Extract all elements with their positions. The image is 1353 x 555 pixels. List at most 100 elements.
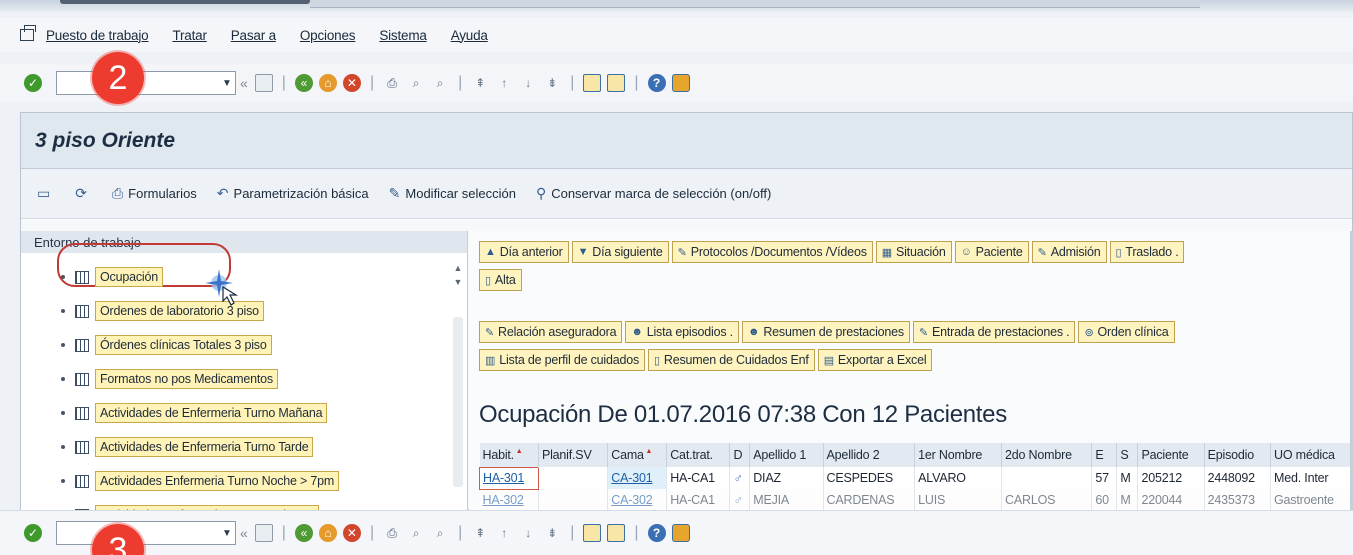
formularios-button[interactable]: ⎙ Formularios xyxy=(112,185,197,202)
previous-page-icon[interactable]: ↑ xyxy=(495,524,513,542)
last-page-icon[interactable]: ⇟ xyxy=(543,524,561,542)
col-2do-nombre[interactable]: 2do Nombre xyxy=(1001,443,1093,467)
enter-check-icon[interactable]: ✓ xyxy=(24,524,42,542)
tree-scrollbar[interactable]: ▲ ▼ xyxy=(451,261,465,511)
col-1er-nombre[interactable]: 1er Nombre xyxy=(914,443,1003,467)
parametrizacion-button[interactable]: ↶ Parametrización básica xyxy=(217,185,369,202)
new-session-icon[interactable] xyxy=(583,74,602,92)
col-uo-medica[interactable]: UO médica xyxy=(1270,443,1353,467)
dia-siguiente-button[interactable]: ▼ Día siguiente xyxy=(571,241,669,263)
scroll-up-icon[interactable]: ▲ xyxy=(451,261,465,275)
resumen-prestaciones-button[interactable]: ☻ Resumen de prestaciones xyxy=(741,321,910,343)
situacion-button[interactable]: ▦ Situación xyxy=(875,241,952,263)
col-habit[interactable]: Habit. xyxy=(479,443,539,467)
save-icon[interactable] xyxy=(254,74,273,92)
tree-item-ocupacion[interactable]: Ocupación xyxy=(61,267,163,287)
first-page-icon[interactable]: ⇞ xyxy=(471,74,489,92)
col-apellido1[interactable]: Apellido 1 xyxy=(749,443,824,467)
col-episodio[interactable]: Episodio xyxy=(1204,443,1272,467)
menu-opciones[interactable]: Opciones xyxy=(300,28,356,43)
chevron-down-icon[interactable]: ▼ xyxy=(219,78,235,89)
menu-puesto-de-trabajo[interactable]: Puesto de trabajo xyxy=(46,28,149,43)
resumen-cuidados-button[interactable]: ▯ Resumen de Cuidados Enf xyxy=(648,349,815,371)
exit-icon[interactable]: ⌂ xyxy=(318,524,337,542)
alta-button[interactable]: ▯ Alta xyxy=(479,269,522,291)
find-icon[interactable]: ⌕ xyxy=(407,524,425,542)
col-s[interactable]: S xyxy=(1116,443,1139,467)
scroll-down-icon[interactable]: ▼ xyxy=(451,275,465,289)
tree-item-ordenes-clinicas[interactable]: Órdenes clínicas Totales 3 piso xyxy=(61,335,272,355)
customize-layout-icon[interactable] xyxy=(671,524,690,542)
print-icon[interactable]: ⎙ xyxy=(383,74,401,92)
cancel-icon[interactable]: ✕ xyxy=(342,74,361,92)
col-e[interactable]: E xyxy=(1091,443,1118,467)
enter-check-icon[interactable]: ✓ xyxy=(24,74,42,92)
exit-icon[interactable]: ⌂ xyxy=(318,74,337,92)
shortcut-icon[interactable] xyxy=(607,74,626,92)
dia-anterior-button[interactable]: ▲ Día anterior xyxy=(479,241,569,263)
back-icon[interactable]: « xyxy=(294,74,313,92)
shortcut-icon[interactable] xyxy=(607,524,626,542)
tree-item-label[interactable]: Formatos no pos Medicamentos xyxy=(95,369,278,389)
double-chevron-icon[interactable]: « xyxy=(240,525,248,541)
toggle-tree-button[interactable]: ▭ xyxy=(37,185,55,202)
orden-clinica-button[interactable]: ⊚ Orden clínica xyxy=(1078,321,1175,343)
command-field[interactable]: ▼ xyxy=(56,521,236,545)
refresh-button[interactable]: ⟳ xyxy=(75,185,92,202)
exportar-excel-button[interactable]: ▤ Exportar a Excel xyxy=(817,349,933,371)
table-row[interactable]: HA-301 CA-301 HA-CA1 ♂ DIAZ CESPEDES ALV… xyxy=(479,466,1353,490)
traslado-button[interactable]: ▯ Traslado . xyxy=(1109,241,1185,263)
table-row[interactable]: HA-302 CA-302 HA-CA1 ♂ MEJIA CARDENAS LU… xyxy=(479,489,1353,511)
menu-ayuda[interactable]: Ayuda xyxy=(451,28,488,43)
tree-item-label[interactable]: Actividades de Enfermeria Turno Mañana xyxy=(95,403,328,423)
next-page-icon[interactable]: ↓ xyxy=(519,524,537,542)
cell-cama[interactable]: CA-301 xyxy=(607,467,668,489)
print-icon[interactable]: ⎙ xyxy=(383,524,401,542)
first-page-icon[interactable]: ⇞ xyxy=(471,524,489,542)
customize-layout-icon[interactable] xyxy=(671,74,690,92)
previous-page-icon[interactable]: ↑ xyxy=(495,74,513,92)
conservar-marca-button[interactable]: ⚲ Conservar marca de selección (on/off) xyxy=(536,185,771,202)
save-icon[interactable] xyxy=(254,524,273,542)
find-icon[interactable]: ⌕ xyxy=(407,74,425,92)
window-menu-icon[interactable] xyxy=(20,25,36,41)
new-session-icon[interactable] xyxy=(583,524,602,542)
paciente-button[interactable]: ☺ Paciente xyxy=(954,241,1029,263)
col-cama[interactable]: Cama xyxy=(607,443,668,467)
scroll-track[interactable] xyxy=(453,317,463,487)
relacion-aseguradora-button[interactable]: ✎ Relación aseguradora xyxy=(479,321,623,343)
col-planif[interactable]: Planif.SV xyxy=(538,443,609,467)
tree-item-label[interactable]: Actividades Enfermeria Turno Noche > 7pm xyxy=(95,471,340,491)
cell-habit[interactable]: HA-301 xyxy=(479,466,539,490)
tree-item-turno-tarde[interactable]: Actividades de Enfermeria Turno Tarde xyxy=(61,437,314,457)
modificar-seleccion-button[interactable]: ✎ Modificar selección xyxy=(389,185,516,202)
cancel-icon[interactable]: ✕ xyxy=(342,524,361,542)
command-field[interactable]: ▼ xyxy=(56,71,236,95)
tree-item-label[interactable]: Órdenes clínicas Totales 3 piso xyxy=(95,335,272,355)
tree-item-turno-manana[interactable]: Actividades de Enfermeria Turno Mañana xyxy=(61,403,328,423)
col-d[interactable]: D xyxy=(729,443,751,467)
find-next-icon[interactable]: ⌕ xyxy=(431,524,449,542)
tree-item-formatos-no-pos[interactable]: Formatos no pos Medicamentos xyxy=(61,369,278,389)
tree-item-label[interactable]: Actividades de Enfermeria Turno Tarde xyxy=(95,437,314,457)
col-paciente[interactable]: Paciente xyxy=(1137,443,1205,467)
col-cat-trat[interactable]: Cat.trat. xyxy=(666,443,731,467)
protocolos-button[interactable]: ✎ Protocolos /Documentos /Vídeos xyxy=(671,241,873,263)
help-icon[interactable]: ? xyxy=(647,74,666,92)
next-page-icon[interactable]: ↓ xyxy=(519,74,537,92)
col-apellido2[interactable]: Apellido 2 xyxy=(823,443,916,467)
find-next-icon[interactable]: ⌕ xyxy=(431,74,449,92)
back-icon[interactable]: « xyxy=(294,524,313,542)
admision-button[interactable]: ✎ Admisión xyxy=(1031,241,1107,263)
tree-item-label[interactable]: Ocupación xyxy=(95,267,163,287)
menu-pasar-a[interactable]: Pasar a xyxy=(231,28,276,43)
tree-item-turno-noche[interactable]: Actividades Enfermeria Turno Noche > 7pm xyxy=(61,471,340,491)
cell-habit[interactable]: HA-302 xyxy=(479,489,539,511)
help-icon[interactable]: ? xyxy=(647,524,666,542)
last-page-icon[interactable]: ⇟ xyxy=(543,74,561,92)
menu-tratar[interactable]: Tratar xyxy=(172,28,207,43)
lista-perfil-cuidados-button[interactable]: ▥ Lista de perfil de cuidados xyxy=(479,349,646,371)
lista-episodios-button[interactable]: ☻ Lista episodios . xyxy=(625,321,739,343)
double-chevron-icon[interactable]: « xyxy=(240,75,248,91)
chevron-down-icon[interactable]: ▼ xyxy=(219,528,235,539)
